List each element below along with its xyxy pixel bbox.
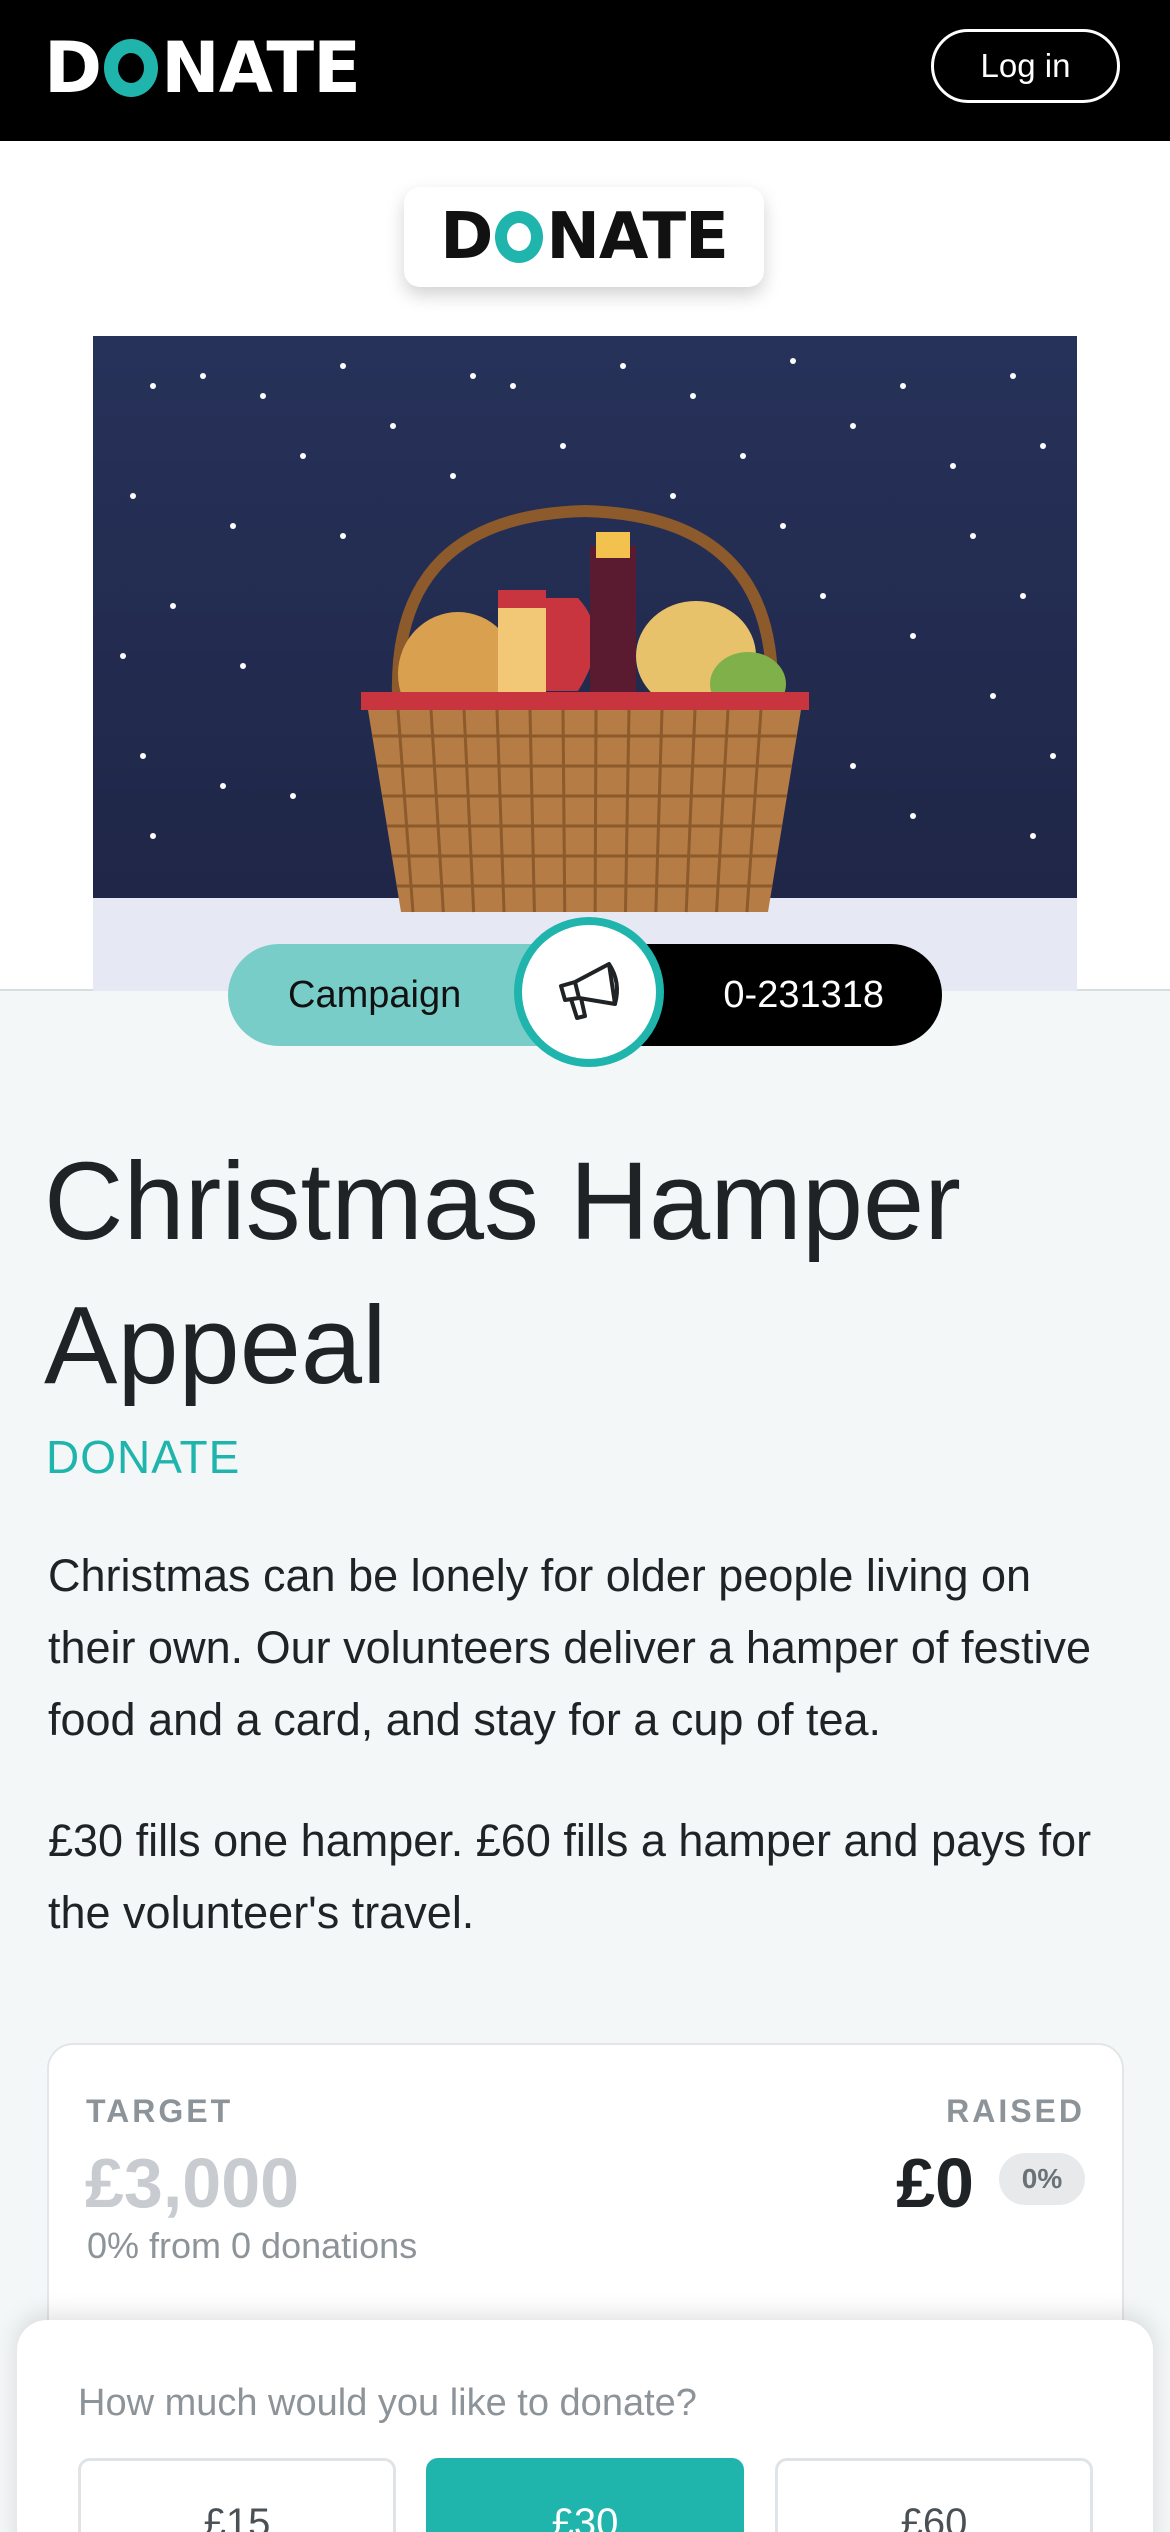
- amount-option-60[interactable]: £60: [775, 2458, 1093, 2532]
- megaphone-icon: [514, 917, 664, 1067]
- appeal-title: Christmas Hamper Appeal: [44, 1140, 961, 1407]
- amount-option-15[interactable]: £15: [78, 2458, 396, 2532]
- donation-progress-text: 0% from 0 donations: [87, 2225, 418, 2266]
- top-bar: D NATE Log in: [0, 0, 1170, 141]
- appeal-description-pricing: £30 fills one hamper. £60 fills a hamper…: [48, 1815, 1092, 1938]
- raised-percent-badge: 0%: [999, 2153, 1085, 2205]
- login-button[interactable]: Log in: [931, 29, 1120, 103]
- charity-logo-card: D NATE: [404, 187, 764, 287]
- appeal-description: Christmas can be lonely for older people…: [48, 1550, 1091, 1745]
- brand-logo[interactable]: D NATE: [44, 28, 361, 108]
- logo-o-ring: [104, 39, 159, 97]
- hero-image: [93, 336, 1077, 991]
- raised-value: £0: [896, 2144, 974, 2222]
- logo-o-ring: [495, 211, 544, 263]
- organisation-link[interactable]: DONATE: [46, 1430, 240, 1484]
- donate-panel: How much would you like to donate? £15 £…: [17, 2320, 1153, 2532]
- raised-label: RAISED: [946, 2093, 1085, 2129]
- donate-question: How much would you like to donate?: [78, 2382, 697, 2424]
- amount-option-30-selected[interactable]: £30: [426, 2458, 744, 2532]
- target-label: TARGET: [86, 2093, 234, 2129]
- target-value: £3,000: [85, 2144, 300, 2222]
